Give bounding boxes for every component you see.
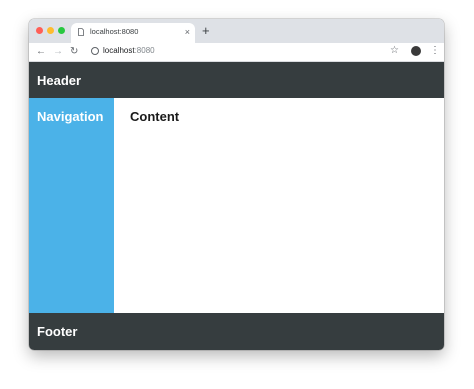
footer-label: Footer xyxy=(37,324,78,339)
back-button[interactable]: ← xyxy=(36,45,46,59)
navigation-label: Navigation xyxy=(37,109,104,124)
profile-avatar[interactable] xyxy=(411,46,421,56)
kebab-menu-icon[interactable]: ⋮ xyxy=(430,44,440,58)
page-header: Header xyxy=(29,62,444,98)
content-label: Content xyxy=(130,109,180,124)
url-port: :8080 xyxy=(134,46,155,55)
url-text: localhost:8080 xyxy=(103,46,155,55)
page-icon xyxy=(78,28,84,36)
page-navigation: Navigation xyxy=(29,98,114,313)
page-content: Content xyxy=(114,98,444,313)
header-label: Header xyxy=(37,73,82,88)
window-minimize-button[interactable] xyxy=(47,27,54,34)
window-maximize-button[interactable] xyxy=(58,27,65,34)
page-footer: Footer xyxy=(29,313,444,350)
new-tab-button[interactable]: + xyxy=(202,24,210,38)
browser-toolbar: ← → ↻ localhost:8080 ☆ ⋮ xyxy=(29,43,444,62)
browser-window: localhost:8080 × + ← → ↻ localhost:8080 … xyxy=(29,19,444,350)
page-viewport: Header Navigation Content Footer xyxy=(29,62,444,350)
forward-button[interactable]: → xyxy=(53,45,63,59)
window-close-button[interactable] xyxy=(36,27,43,34)
browser-tab[interactable]: localhost:8080 × xyxy=(71,23,195,43)
tab-title: localhost:8080 xyxy=(90,27,139,36)
tab-close-icon[interactable]: × xyxy=(185,26,190,38)
tab-strip: localhost:8080 × + xyxy=(29,19,444,43)
url-host: localhost xyxy=(103,46,135,55)
bookmark-star-icon[interactable]: ☆ xyxy=(390,44,399,58)
reload-button[interactable]: ↻ xyxy=(70,45,78,59)
info-icon[interactable] xyxy=(91,47,99,55)
address-bar[interactable]: localhost:8080 xyxy=(86,44,386,59)
